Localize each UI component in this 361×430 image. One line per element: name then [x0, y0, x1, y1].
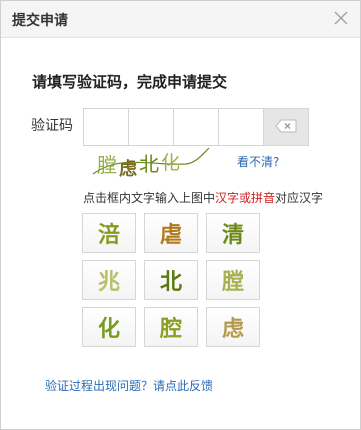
hint-prefix: 点击框内文字输入上图中	[83, 191, 216, 205]
refresh-captcha-link[interactable]: 看不清?	[237, 153, 279, 170]
char-option-text: 兆	[97, 269, 120, 295]
char-option[interactable]: 兆	[82, 260, 136, 300]
char-option[interactable]: 虐	[144, 213, 198, 253]
char-option-text: 化	[97, 316, 120, 342]
char-option-text: 膛	[221, 269, 244, 295]
backspace-icon	[275, 118, 297, 137]
captcha-label: 验证码	[31, 118, 73, 134]
captcha-image: 膛 虑 北 化	[91, 144, 211, 184]
char-option[interactable]: 北	[144, 260, 198, 300]
svg-text:膛: 膛	[97, 153, 117, 177]
svg-text:化: 化	[161, 152, 180, 174]
captcha-char-slot-1[interactable]	[84, 109, 129, 145]
char-option[interactable]: 虑	[206, 307, 260, 347]
captcha-char-slot-2[interactable]	[129, 109, 174, 145]
captcha-hint: 点击框内文字输入上图中汉字或拼音对应汉字	[83, 189, 323, 206]
close-icon[interactable]	[332, 9, 350, 27]
char-option-text: 清	[221, 222, 244, 248]
instruction-heading: 请填写验证码，完成申请提交	[32, 73, 228, 91]
svg-text:北: 北	[139, 152, 159, 176]
clear-button[interactable]	[264, 109, 308, 145]
feedback-link[interactable]: 验证过程出现问题？请点此反馈	[45, 377, 213, 394]
captcha-input[interactable]	[83, 108, 309, 146]
char-option-text: 腔	[159, 316, 182, 342]
char-option-text: 北	[159, 269, 182, 295]
char-option[interactable]: 膛	[206, 260, 260, 300]
hint-suffix: 对应汉字	[275, 191, 324, 205]
char-option[interactable]: 清	[206, 213, 260, 253]
char-option-text: 涪	[97, 222, 120, 248]
captcha-char-slot-4[interactable]	[219, 109, 264, 145]
char-option-text: 虑	[221, 316, 244, 342]
dialog-title: 提交申请	[12, 13, 68, 29]
char-option[interactable]: 化	[82, 307, 136, 347]
char-option[interactable]: 腔	[144, 307, 198, 347]
char-option[interactable]: 涪	[82, 213, 136, 253]
svg-text:虑: 虑	[119, 159, 137, 180]
captcha-char-slot-3[interactable]	[174, 109, 219, 145]
hint-highlight: 汉字或拼音	[215, 191, 276, 205]
dialog-titlebar: 提交申请	[1, 1, 360, 38]
apply-dialog: 提交申请 请填写验证码，完成申请提交 验证码 膛 虑 北 化 看不清? 点击框内…	[0, 0, 361, 430]
char-option-text: 虐	[159, 222, 182, 248]
